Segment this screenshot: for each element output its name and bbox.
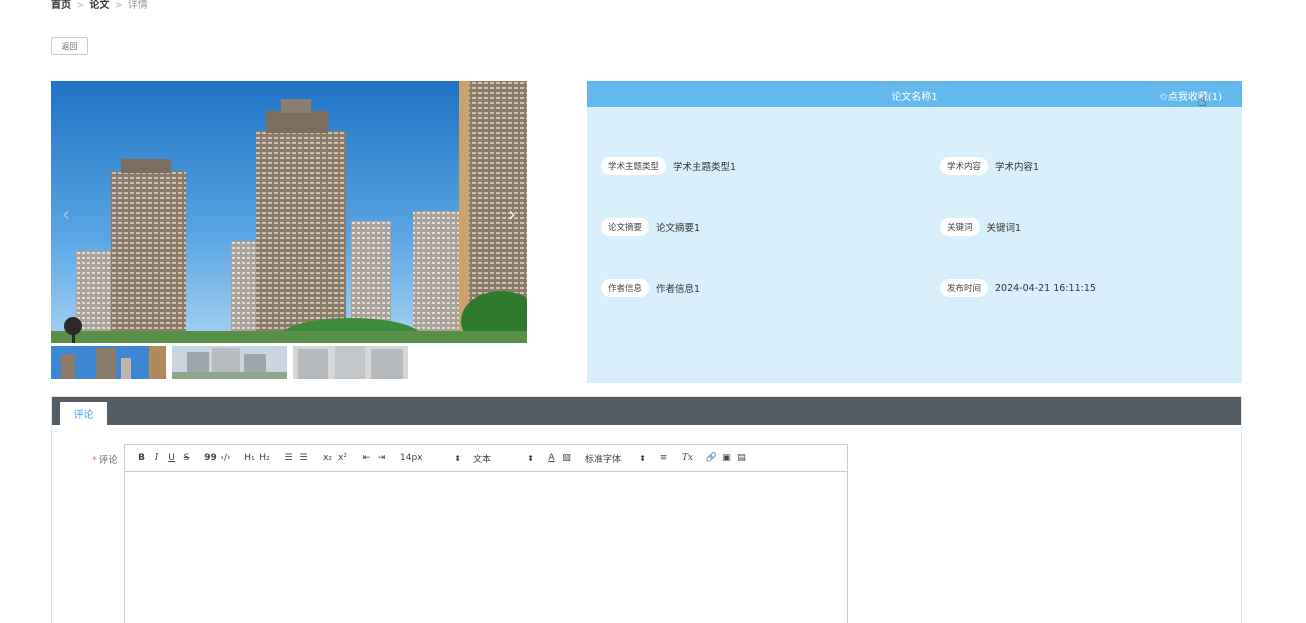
clear-format-button[interactable]: Tx xyxy=(680,449,695,467)
superscript-button[interactable]: x² xyxy=(335,449,350,467)
comment-label-text: 评论 xyxy=(98,455,118,466)
field-label: 论文摘要 xyxy=(601,218,650,236)
paper-title: 论文名称1 xyxy=(891,92,938,103)
field-value: 论文摘要1 xyxy=(656,223,701,234)
font-color-button[interactable]: A xyxy=(544,449,559,467)
required-mark: * xyxy=(92,455,97,466)
dropdown-icon: ⬍ xyxy=(527,453,534,463)
strike-button[interactable]: S xyxy=(179,449,194,467)
breadcrumb: 首页 > 论文 > 详情 xyxy=(51,0,148,12)
font-family-value: 标准字体 xyxy=(585,454,622,465)
image-carousel: ‹ › xyxy=(51,81,527,343)
ordered-list-button[interactable]: ☰ xyxy=(281,449,296,467)
carousel-image xyxy=(51,81,527,343)
breadcrumb-separator: > xyxy=(114,0,123,11)
field-value: 作者信息1 xyxy=(656,284,701,295)
carousel-next-arrow[interactable]: › xyxy=(503,202,521,226)
hand-cursor-icon: ☝ xyxy=(1197,91,1207,110)
comment-editor-input[interactable] xyxy=(125,472,847,623)
field-value: 学术主题类型1 xyxy=(673,162,737,173)
link-button[interactable]: 🔗 xyxy=(704,449,719,467)
field-keywords: 关键词 关键词1 xyxy=(940,218,1021,236)
favorite-button[interactable]: ✩点我收藏(1) xyxy=(1159,88,1222,103)
header2-button[interactable]: H₂ xyxy=(257,449,272,467)
breadcrumb-separator: > xyxy=(76,0,85,11)
field-abstract: 论文摘要 论文摘要1 xyxy=(601,218,700,236)
carousel-prev-arrow[interactable]: ‹ xyxy=(57,202,75,226)
field-label: 发布时间 xyxy=(940,279,989,297)
comment-label: * 评论 xyxy=(92,452,118,466)
back-button[interactable]: 返回 xyxy=(51,37,88,55)
field-label: 关键词 xyxy=(940,218,980,236)
field-value: 学术内容1 xyxy=(995,162,1040,173)
outdent-button[interactable]: ⇤ xyxy=(359,449,374,467)
breadcrumb-current: 详情 xyxy=(127,0,148,11)
thumbnail[interactable] xyxy=(293,346,408,379)
rich-text-editor: B I U S 99 ‹/› H₁ H₂ ☰ ☰ x₂ x² ⇤ ⇥ 14px ⬍… xyxy=(124,444,848,623)
dropdown-icon: ⬍ xyxy=(454,453,461,463)
header1-button[interactable]: H₁ xyxy=(242,449,257,467)
image-button[interactable]: ▣ xyxy=(719,449,734,467)
align-button[interactable]: ≡ xyxy=(656,449,671,467)
breadcrumb-home[interactable]: 首页 xyxy=(51,0,71,11)
bullet-list-button[interactable]: ☰ xyxy=(296,449,311,467)
font-size-picker[interactable]: 14px ⬍ xyxy=(398,449,463,467)
field-content: 学术内容 学术内容1 xyxy=(940,157,1039,175)
comment-section: 评论 * 评论 B I U S 99 ‹/› H₁ H₂ ☰ ☰ x₂ x² ⇤ … xyxy=(51,396,1242,623)
editor-toolbar: B I U S 99 ‹/› H₁ H₂ ☰ ☰ x₂ x² ⇤ ⇥ 14px ⬍… xyxy=(125,445,847,472)
code-block-button[interactable]: ‹/› xyxy=(218,449,233,467)
subscript-button[interactable]: x₂ xyxy=(320,449,335,467)
indent-button[interactable]: ⇥ xyxy=(374,449,389,467)
blockquote-button[interactable]: 99 xyxy=(203,449,218,467)
field-value: 关键词1 xyxy=(986,223,1022,234)
background-color-button[interactable]: ▧ xyxy=(559,449,574,467)
breadcrumb-section[interactable]: 论文 xyxy=(89,0,109,11)
field-author: 作者信息 作者信息1 xyxy=(601,279,700,297)
bold-button[interactable]: B xyxy=(134,449,149,467)
field-label: 作者信息 xyxy=(601,279,650,297)
italic-button[interactable]: I xyxy=(149,449,164,467)
field-theme-type: 学术主题类型 学术主题类型1 xyxy=(601,157,736,175)
field-value: 2024-04-21 16:11:15 xyxy=(995,282,1096,294)
underline-button[interactable]: U xyxy=(164,449,179,467)
field-label: 学术内容 xyxy=(940,157,989,175)
thumbnail[interactable] xyxy=(172,346,287,379)
video-button[interactable]: ▤ xyxy=(734,449,749,467)
field-label: 学术主题类型 xyxy=(601,157,667,175)
font-family-picker[interactable]: 标准字体 ⬍ xyxy=(583,449,648,467)
header-value: 文本 xyxy=(473,454,492,465)
detail-header: 论文名称1 ✩点我收藏(1) ☝ xyxy=(587,81,1242,110)
paper-detail-panel: 论文名称1 ✩点我收藏(1) ☝ 学术主题类型 学术主题类型1 学术内容 学术内… xyxy=(587,81,1242,383)
tab-bar: 评论 xyxy=(52,397,1241,425)
thumbnail-strip xyxy=(51,346,408,379)
tab-comment[interactable]: 评论 xyxy=(60,402,107,425)
dropdown-icon: ⬍ xyxy=(639,453,646,463)
field-publish-time: 发布时间 2024-04-21 16:11:15 xyxy=(940,279,1096,297)
thumbnail[interactable] xyxy=(51,346,166,379)
font-size-value: 14px xyxy=(400,453,423,463)
header-picker[interactable]: 文本 ⬍ xyxy=(471,449,536,467)
